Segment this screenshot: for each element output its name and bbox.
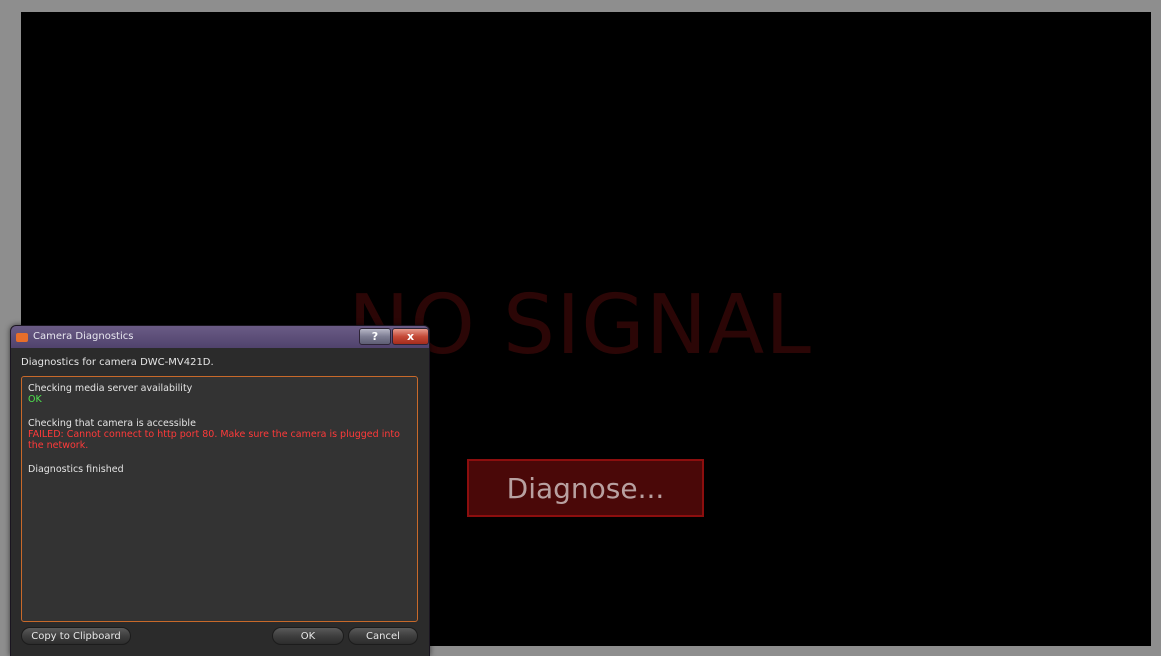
app-icon (16, 333, 28, 342)
close-button[interactable]: x (392, 328, 429, 345)
log-spacer (28, 451, 411, 464)
log-finished: Diagnostics finished (28, 464, 124, 475)
camera-diagnostics-dialog: Camera Diagnostics ? x Diagnostics for c… (10, 325, 430, 656)
copy-to-clipboard-button[interactable]: Copy to Clipboard (21, 627, 131, 645)
dialog-title: Camera Diagnostics (33, 331, 134, 342)
camera-viewport: NO SIGNAL Diagnose... Camera Diagnostics… (0, 0, 1161, 656)
log-spacer (28, 405, 411, 418)
log-step-camera-access: Checking that camera is accessible (28, 418, 196, 429)
log-step-media-server: Checking media server availability (28, 383, 193, 394)
log-result-failed: FAILED: Cannot connect to http port 80. … (28, 429, 403, 451)
dialog-titlebar[interactable]: Camera Diagnostics ? x (11, 326, 429, 348)
diagnostics-log[interactable]: Checking media server availability OK Ch… (21, 376, 418, 622)
log-result-ok: OK (28, 394, 42, 405)
cancel-button[interactable]: Cancel (348, 627, 418, 645)
ok-button[interactable]: OK (272, 627, 344, 645)
help-button[interactable]: ? (359, 328, 391, 345)
diagnostics-header: Diagnostics for camera DWC-MV421D. (21, 357, 214, 368)
diagnose-button[interactable]: Diagnose... (467, 459, 704, 517)
dialog-body: Diagnostics for camera DWC-MV421D. Check… (11, 348, 429, 656)
